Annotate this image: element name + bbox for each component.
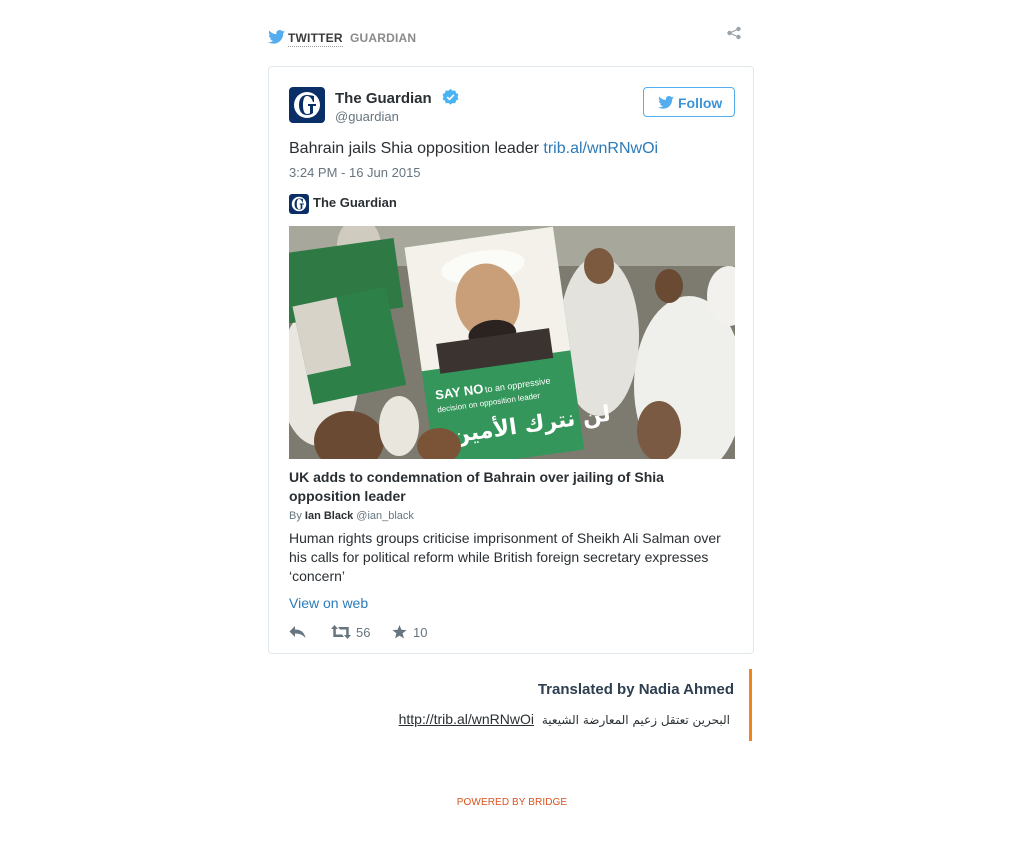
retweet-icon — [331, 625, 351, 639]
byline-author[interactable]: Ian Black — [305, 510, 353, 522]
guardian-logo-icon — [294, 92, 320, 118]
retweet-button[interactable]: 56 — [331, 623, 375, 643]
protest-photo: SAY NO to an oppressive decision on oppo… — [289, 226, 735, 459]
reply-button[interactable] — [289, 623, 309, 643]
follow-button[interactable]: Follow — [643, 87, 735, 117]
share-icon[interactable] — [726, 26, 742, 40]
translation-accent-bar — [749, 669, 752, 741]
publisher-logo — [289, 194, 309, 214]
star-icon — [392, 625, 407, 639]
article-photo[interactable]: SAY NO to an oppressive decision on oppo… — [289, 226, 735, 459]
guardian-logo-icon — [291, 196, 307, 212]
tweet-body: Bahrain jails Shia opposition leader — [289, 140, 539, 157]
translation-block: Translated by Nadia Ahmed http://trib.al… — [268, 669, 754, 741]
translation-arabic: البحرين تعتقل زعيم المعارضة الشيعية — [541, 713, 730, 727]
verified-badge-icon — [442, 89, 459, 105]
favorite-count: 10 — [413, 625, 428, 640]
favorite-button[interactable]: 10 — [392, 623, 432, 643]
translation-text: http://trib.al/wnRNwOi البحرين تعتقل زعي… — [399, 711, 730, 727]
reply-icon — [289, 626, 306, 638]
source-twitter-link[interactable]: TWITTER — [288, 31, 343, 47]
embedded-tweet: The Guardian @guardian Follow Bahrain ja… — [268, 66, 754, 654]
author-name[interactable]: The Guardian — [335, 90, 432, 107]
translation-link[interactable]: http://trib.al/wnRNwOi — [399, 711, 534, 727]
author-handle[interactable]: @guardian — [335, 109, 399, 124]
article-byline: By Ian Black @ian_black — [289, 510, 414, 522]
tweet-actions: 56 10 — [289, 623, 589, 643]
byline-handle[interactable]: @ian_black — [356, 510, 414, 522]
byline-prefix: By — [289, 510, 302, 522]
source-bar: TWITTER GUARDIAN — [268, 26, 742, 50]
twitter-bird-icon — [658, 96, 674, 109]
source-guardian-label: GUARDIAN — [350, 31, 417, 45]
avatar[interactable] — [289, 87, 325, 123]
publisher-name[interactable]: The Guardian — [313, 195, 397, 210]
follow-label: Follow — [678, 95, 723, 111]
tweet-timestamp[interactable]: 3:24 PM - 16 Jun 2015 — [289, 165, 421, 180]
article-description: Human rights groups criticise imprisonme… — [289, 530, 721, 584]
tweet-text: Bahrain jails Shia opposition leader tri… — [289, 140, 658, 158]
retweet-count: 56 — [356, 625, 371, 640]
twitter-bird-icon — [268, 30, 285, 44]
tweet-link[interactable]: trib.al/wnRNwOi — [543, 140, 658, 157]
view-on-web-link[interactable]: View on web — [289, 595, 368, 611]
powered-by-bridge-link[interactable]: POWERED BY BRIDGE — [0, 797, 1024, 808]
translator-credit: Translated by Nadia Ahmed — [537, 681, 734, 698]
article-title[interactable]: UK adds to condemnation of Bahrain over … — [289, 468, 709, 506]
